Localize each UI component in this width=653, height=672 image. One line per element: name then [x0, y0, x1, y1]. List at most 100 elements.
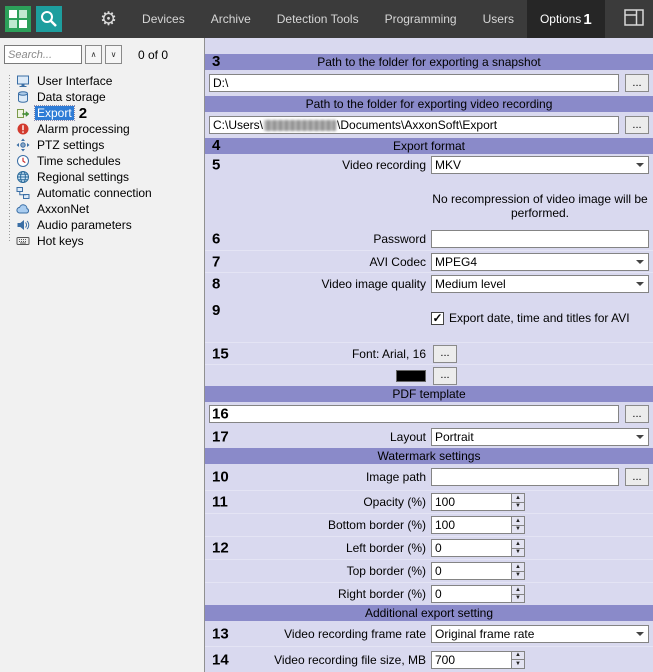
file-size-up-button[interactable]: [512, 651, 524, 659]
opacity-input[interactable]: [431, 493, 511, 511]
tree-item-data-storage[interactable]: Data storage: [0, 89, 204, 105]
password-input[interactable]: [431, 230, 649, 248]
menu-item-users[interactable]: Users: [470, 0, 527, 38]
file-size-input[interactable]: [431, 650, 511, 669]
top-border-down-button[interactable]: [512, 570, 524, 579]
avi-codec-label: AVI Codec: [369, 254, 426, 269]
tree-item-label: Alarm processing: [37, 122, 130, 136]
cloud-icon: [16, 202, 30, 216]
menu-item-archive[interactable]: Archive: [198, 0, 264, 38]
menu-item-detection-tools[interactable]: Detection Tools: [264, 0, 372, 38]
section-header-video-path: Path to the folder for exporting video r…: [205, 96, 653, 112]
tree-item-regional-settings[interactable]: Regional settings: [0, 169, 204, 185]
export-icon: [16, 106, 30, 120]
tree-item-axxonnet[interactable]: AxxonNet: [0, 201, 204, 217]
section-header-pdf-template: PDF template: [205, 386, 653, 402]
video-path-prefix: C:\Users\: [213, 118, 264, 132]
topbar: Devices Archive Detection Tools Programm…: [0, 0, 653, 38]
left-border-input[interactable]: [431, 539, 511, 557]
color-browse-button[interactable]: ...: [433, 366, 457, 385]
search-input[interactable]: [4, 45, 82, 64]
annotation-10: 10: [212, 468, 229, 486]
section-header-label: Export format: [392, 139, 466, 153]
top-border-up-button[interactable]: [512, 563, 524, 571]
section-header-label: Path to the folder for exporting a snaps…: [317, 55, 541, 69]
video-recording-format-dropdown[interactable]: MKV: [431, 156, 649, 174]
video-recording-label: Video recording: [342, 158, 426, 172]
menu-options-label: Options: [539, 12, 582, 26]
tree-item-ptz-settings[interactable]: PTZ settings: [0, 137, 204, 153]
search-app-icon[interactable]: [36, 6, 62, 32]
export-settings-panel: 3 Path to the folder for exporting a sna…: [205, 38, 653, 672]
row-snapshot-path: ...: [205, 70, 653, 96]
top-border-spinner: [431, 562, 525, 580]
bottom-border-up-button[interactable]: [512, 517, 524, 525]
tree-item-label: Regional settings: [37, 170, 130, 184]
opacity-down-button[interactable]: [512, 501, 524, 510]
file-size-down-button[interactable]: [512, 659, 524, 668]
top-border-input[interactable]: [431, 562, 511, 580]
gear-icon[interactable]: [100, 8, 117, 31]
video-quality-dropdown[interactable]: Medium level: [431, 274, 649, 293]
tree-item-time-schedules[interactable]: Time schedules: [0, 153, 204, 169]
frame-rate-dropdown[interactable]: Original frame rate: [431, 624, 649, 643]
connection-icon: [16, 186, 30, 200]
right-border-label: Right border (%): [337, 587, 426, 601]
layout-label: Layout: [389, 430, 426, 444]
app-grid-icon[interactable]: [5, 6, 31, 32]
menu-item-devices[interactable]: Devices: [129, 0, 198, 38]
font-browse-button[interactable]: ...: [433, 344, 457, 363]
section-header-label: Path to the folder for exporting video r…: [305, 97, 553, 111]
tree-item-export[interactable]: Export 2: [0, 105, 204, 122]
search-prev-button[interactable]: [85, 45, 102, 64]
keyboard-icon: [16, 234, 30, 248]
tree-item-label-selected: Export: [34, 105, 75, 121]
right-border-up-button[interactable]: [512, 586, 524, 594]
image-path-input[interactable]: [431, 468, 619, 486]
row-recompression-note: No recompression of video image will be …: [205, 176, 653, 228]
tree-item-label: User Interface: [37, 74, 113, 88]
row-top-border: Top border (%): [205, 559, 653, 582]
snapshot-path-input[interactable]: [209, 74, 619, 92]
layout-panel-icon[interactable]: [624, 8, 644, 30]
bottom-border-down-button[interactable]: [512, 524, 524, 533]
right-border-down-button[interactable]: [512, 593, 524, 602]
database-icon: [16, 90, 30, 104]
opacity-up-button[interactable]: [512, 494, 524, 502]
tree-item-alarm-processing[interactable]: Alarm processing: [0, 121, 204, 137]
annotation-5: 5: [212, 156, 221, 174]
menu-item-programming[interactable]: Programming: [372, 0, 470, 38]
avi-codec-dropdown[interactable]: MPEG4: [431, 252, 649, 271]
image-browse-button[interactable]: ...: [625, 468, 649, 486]
annotation-13: 13: [212, 625, 229, 642]
snapshot-browse-button[interactable]: ...: [625, 74, 649, 92]
export-date-checkbox[interactable]: [431, 311, 444, 325]
pdf-template-input[interactable]: [209, 405, 619, 423]
video-path-input[interactable]: C:\Users\ \Documents\AxxonSoft\Export: [209, 116, 619, 134]
settings-tree: User Interface Data storage Export 2 Ala…: [0, 73, 204, 249]
tree-item-hot-keys[interactable]: Hot keys: [0, 233, 204, 249]
search-result-count: 0 of 0: [138, 47, 169, 62]
right-border-input[interactable]: [431, 585, 511, 603]
annotation-9: 9: [212, 302, 221, 319]
left-border-spinner: [431, 539, 525, 557]
dropdown-value: MKV: [435, 158, 462, 172]
tree-item-audio-parameters[interactable]: Audio parameters: [0, 217, 204, 233]
bottom-border-input[interactable]: [431, 516, 511, 534]
search-next-button[interactable]: [105, 45, 122, 64]
menu-item-options[interactable]: Options 1: [526, 0, 605, 38]
video-browse-button[interactable]: ...: [625, 116, 649, 134]
left-border-up-button[interactable]: [512, 540, 524, 548]
globe-icon: [16, 170, 30, 184]
left-border-down-button[interactable]: [512, 547, 524, 556]
row-avi-codec: 7 AVI Codec MPEG4: [205, 250, 653, 272]
pdf-browse-button[interactable]: ...: [625, 405, 649, 423]
panel-top-spacer: [205, 38, 653, 54]
tree-item-automatic-connection[interactable]: Automatic connection: [0, 185, 204, 201]
tree-item-user-interface[interactable]: User Interface: [0, 73, 204, 89]
export-date-checkbox-label[interactable]: Export date, time and titles for AVI: [449, 311, 630, 325]
row-watermark-image-path: 10 Image path ...: [205, 464, 653, 490]
alarm-icon: [16, 122, 30, 136]
layout-dropdown[interactable]: Portrait: [431, 428, 649, 446]
file-size-spinner: [431, 650, 525, 669]
